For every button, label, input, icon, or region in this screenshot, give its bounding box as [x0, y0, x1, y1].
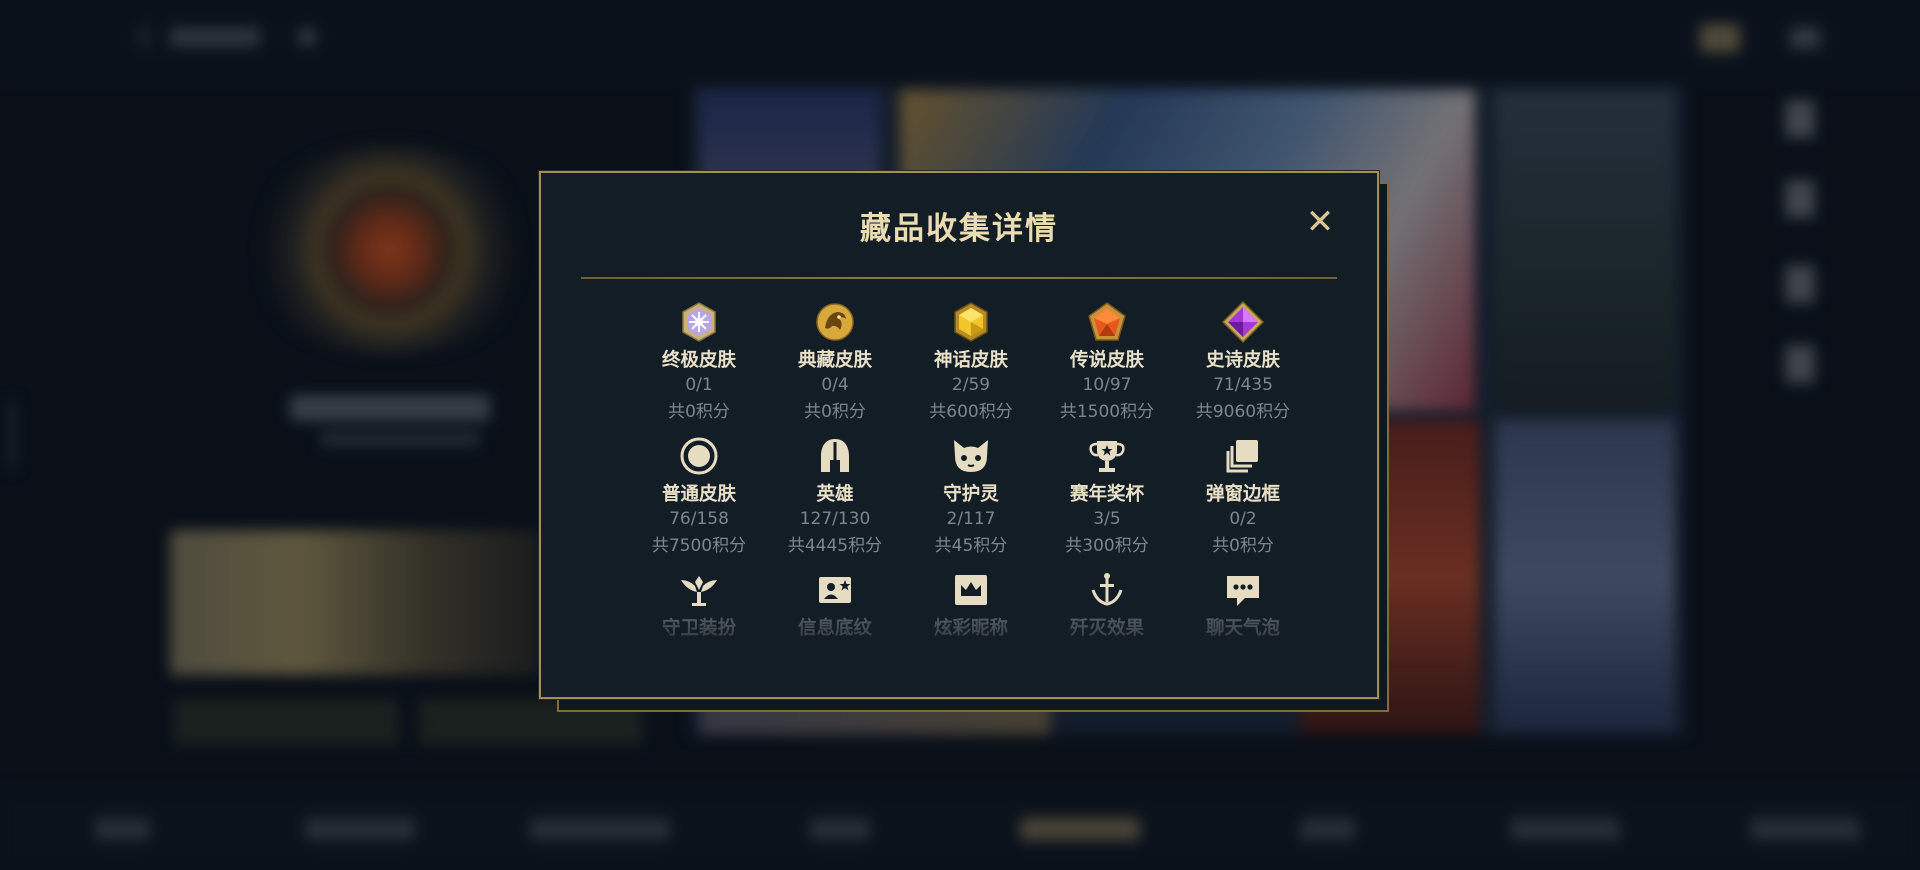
- collection-item-popup-frame[interactable]: 弹窗边框 0/2 共0积分: [1175, 434, 1311, 556]
- popup-frame-icon: [1226, 440, 1258, 473]
- item-count: 0/4: [821, 375, 849, 395]
- profile-banner-icon: [819, 577, 851, 603]
- champion-helmet-icon: [821, 439, 849, 472]
- close-icon[interactable]: ✕: [1303, 205, 1337, 239]
- item-points: 共300积分: [1065, 536, 1149, 556]
- item-count: 3/5: [1093, 509, 1121, 529]
- item-count: 2/117: [946, 509, 996, 529]
- item-label: 信息底纹: [797, 618, 872, 639]
- guardian-spirit-icon: [954, 440, 988, 472]
- item-label: 神话皮肤: [933, 350, 1008, 371]
- collection-item-guardian-spirit[interactable]: 守护灵 2/117 共45积分: [903, 434, 1039, 556]
- collection-item-season-trophy[interactable]: 赛年奖杯 3/5 共300积分: [1039, 434, 1175, 556]
- item-points: 共45积分: [934, 536, 1008, 556]
- item-label: 传说皮肤: [1069, 350, 1144, 371]
- ultimate-skin-icon: [682, 302, 716, 342]
- item-points: 共4445积分: [787, 536, 883, 556]
- title-divider: [581, 277, 1337, 279]
- season-trophy-icon: [1089, 441, 1125, 472]
- legendary-skin-icon: [1088, 302, 1126, 341]
- item-label: 弹窗边框: [1205, 484, 1280, 505]
- collection-item-profile-banner[interactable]: 信息底纹: [767, 568, 903, 640]
- collection-item-prestige-skin[interactable]: 典藏皮肤 0/4 共0积分: [767, 300, 903, 422]
- item-count: 76/158: [669, 509, 729, 529]
- item-label: 普通皮肤: [661, 484, 736, 505]
- item-points: 共1500积分: [1059, 402, 1155, 422]
- ward-skin-icon: [681, 576, 717, 606]
- item-points: 共0积分: [1212, 536, 1274, 556]
- item-points: 共600积分: [929, 402, 1013, 422]
- item-points: 共9060积分: [1195, 402, 1291, 422]
- item-label: 终极皮肤: [661, 350, 736, 371]
- item-points: 共0积分: [668, 402, 730, 422]
- epic-skin-icon: [1221, 300, 1265, 344]
- item-count: 71/435: [1213, 375, 1273, 395]
- collection-item-ultimate-skin[interactable]: 终极皮肤 0/1 共0积分: [631, 300, 767, 422]
- item-label: 英雄: [816, 484, 854, 505]
- collection-item-mythic-skin[interactable]: 神话皮肤 2/59 共600积分: [903, 300, 1039, 422]
- chat-bubble-icon: [1227, 576, 1259, 606]
- collection-item-ward-skin[interactable]: 守卫装扮: [631, 568, 767, 640]
- item-points: 共0积分: [804, 402, 866, 422]
- prestige-skin-icon: [816, 303, 854, 341]
- item-count: 0/1: [685, 375, 713, 395]
- elimination-effect-icon: [1091, 573, 1123, 606]
- item-points: 共7500积分: [651, 536, 747, 556]
- item-label: 守护灵: [943, 484, 999, 505]
- item-count: 127/130: [799, 509, 871, 529]
- mythic-skin-icon: [954, 302, 988, 342]
- item-label: 歼灭效果: [1069, 618, 1144, 639]
- item-label: 聊天气泡: [1205, 618, 1280, 639]
- collection-item-colored-nickname[interactable]: 炫彩昵称: [903, 568, 1039, 640]
- collection-details-modal: 藏品收集详情 ✕ 终极皮肤 0/1 共0积分 典藏皮肤 0/4 共0积分 神话皮…: [539, 171, 1379, 699]
- collection-item-epic-skin[interactable]: 史诗皮肤 71/435 共9060积分: [1175, 300, 1311, 422]
- standard-skin-icon: [680, 437, 718, 475]
- collection-grid[interactable]: 终极皮肤 0/1 共0积分 典藏皮肤 0/4 共0积分 神话皮肤 2/59 共6…: [631, 300, 1311, 680]
- item-label: 炫彩昵称: [933, 618, 1008, 639]
- collection-item-elimination-effect[interactable]: 歼灭效果: [1039, 568, 1175, 640]
- item-count: 10/97: [1082, 375, 1132, 395]
- collection-item-legendary-skin[interactable]: 传说皮肤 10/97 共1500积分: [1039, 300, 1175, 422]
- modal-title: 藏品收集详情: [860, 211, 1058, 247]
- item-label: 守卫装扮: [661, 618, 736, 639]
- collection-item-chat-bubble[interactable]: 聊天气泡: [1175, 568, 1311, 640]
- item-label: 赛年奖杯: [1069, 484, 1144, 505]
- item-label: 典藏皮肤: [797, 350, 872, 371]
- item-label: 史诗皮肤: [1205, 350, 1280, 371]
- item-count: 0/2: [1229, 509, 1257, 529]
- item-count: 2/59: [951, 375, 991, 395]
- colored-nickname-icon: [955, 575, 987, 605]
- collection-item-champion[interactable]: 英雄 127/130 共4445积分: [767, 434, 903, 556]
- collection-item-standard-skin[interactable]: 普通皮肤 76/158 共7500积分: [631, 434, 767, 556]
